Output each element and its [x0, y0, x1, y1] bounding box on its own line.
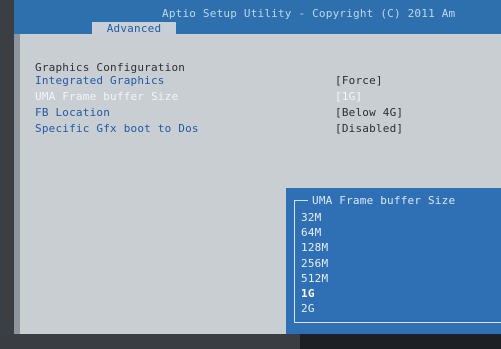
menu-item-fb-location[interactable]: FB Location [35, 106, 110, 119]
popup-option-64m[interactable]: 64M [301, 225, 328, 240]
menu-item-integrated-graphics[interactable]: Integrated Graphics [35, 74, 165, 87]
menu-item-uma-frame-buffer-size[interactable]: UMA Frame buffer Size [35, 90, 178, 103]
popup-border-bottom [294, 322, 501, 323]
popup-title: UMA Frame buffer Size [312, 194, 456, 207]
popup-option-1g[interactable]: 1G [301, 286, 328, 301]
bios-screen: Aptio Setup Utility - Copyright (C) 2011… [0, 0, 501, 349]
value-specific-gfx-boot: [Disabled] [335, 122, 404, 135]
title-text: Aptio Setup Utility - Copyright (C) 2011… [162, 7, 456, 20]
value-fb-location: [Below 4G] [335, 106, 404, 119]
screen-bezel-left [0, 0, 14, 349]
popup-option-2g[interactable]: 2G [301, 301, 328, 316]
popup-border-left [294, 200, 295, 322]
popup-option-512m[interactable]: 512M [301, 271, 328, 286]
title-bar: Aptio Setup Utility - Copyright (C) 2011… [14, 0, 501, 35]
section-heading: Graphics Configuration [35, 61, 186, 74]
popup-border-top [294, 200, 308, 201]
popup-option-256m[interactable]: 256M [301, 256, 328, 271]
popup-option-128m[interactable]: 128M [301, 240, 328, 255]
screen-bezel-dark [300, 334, 501, 349]
value-integrated-graphics: [Force] [335, 74, 383, 87]
menu-item-specific-gfx-boot[interactable]: Specific Gfx boot to Dos [35, 122, 199, 135]
popup-option-list: 32M 64M 128M 256M 512M 1G 2G [301, 210, 328, 316]
popup-option-32m[interactable]: 32M [301, 210, 328, 225]
value-uma-frame-buffer-size: [1G] [335, 90, 363, 103]
panel-left-strip [14, 34, 20, 334]
